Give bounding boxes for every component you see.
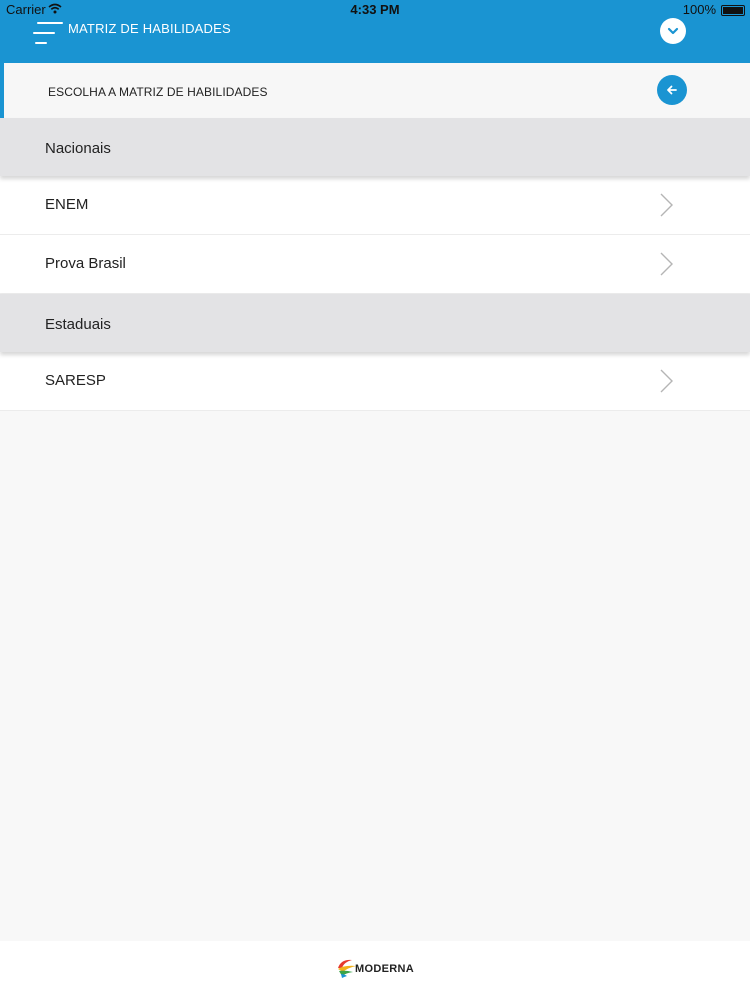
top-app-bar: Carrier 4:33 PM 100% MATRIZ DE HABILIDAD… — [0, 0, 750, 63]
footer: MODERNA — [0, 941, 750, 1000]
back-button[interactable] — [657, 75, 687, 105]
list-item-enem[interactable]: ENEM — [0, 176, 750, 235]
subheader: ESCOLHA A MATRIZ DE HABILIDADES — [0, 63, 750, 118]
list-item-prova-brasil[interactable]: Prova Brasil — [0, 235, 750, 294]
logo-text: MODERNA — [355, 963, 414, 975]
arrow-left-icon — [667, 85, 677, 95]
list-item-saresp[interactable]: SARESP — [0, 352, 750, 411]
status-bar: Carrier 4:33 PM 100% — [0, 0, 750, 20]
battery-percent: 100% — [682, 2, 716, 17]
subheader-title: ESCOLHA A MATRIZ DE HABILIDADES — [48, 85, 268, 99]
moderna-logo: MODERNA — [335, 956, 425, 980]
list-item-label: ENEM — [45, 196, 89, 213]
chevron-down-icon — [667, 27, 679, 35]
section-header-nacionais: Nacionais — [0, 118, 750, 176]
list-item-label: Prova Brasil — [45, 255, 126, 272]
clock-label: 4:33 PM — [350, 2, 400, 17]
menu-icon[interactable] — [33, 22, 63, 46]
list-item-label: SARESP — [45, 372, 106, 389]
chevron-right-icon — [660, 193, 673, 217]
chevron-right-icon — [660, 252, 673, 276]
subheader-accent — [0, 63, 4, 118]
chevron-right-icon — [660, 369, 673, 393]
dropdown-button[interactable] — [660, 18, 686, 44]
section-title: Estaduais — [45, 316, 111, 333]
section-header-estaduais: Estaduais — [0, 294, 750, 352]
page-title: MATRIZ DE HABILIDADES — [68, 21, 231, 36]
battery-icon — [721, 5, 745, 16]
section-title: Nacionais — [45, 140, 111, 157]
